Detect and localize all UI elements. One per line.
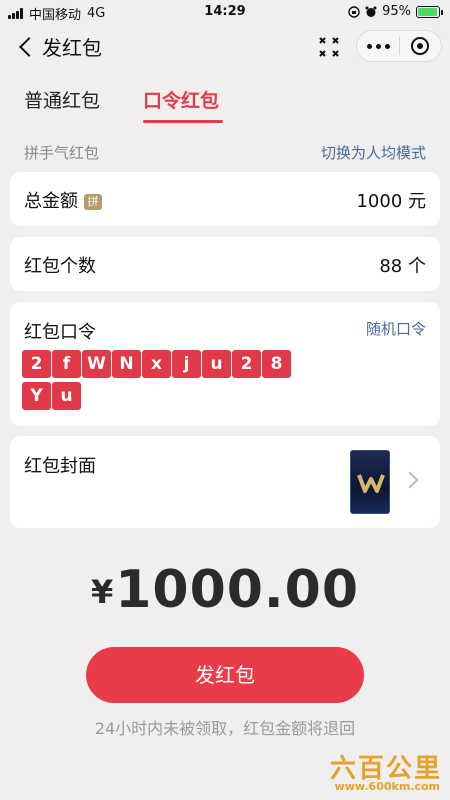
dot-icon	[375, 43, 381, 49]
mode-row: 拼手气红包 切换为人均模式	[0, 142, 450, 166]
status-right: 95%	[348, 4, 443, 19]
miniprogram-capsule	[356, 30, 442, 62]
password-char-chip: u	[202, 350, 231, 378]
watermark-url: www.600km.com	[334, 780, 440, 793]
dot-icon	[384, 43, 390, 49]
nav-bar: 发红包	[0, 24, 450, 70]
more-button[interactable]	[357, 31, 399, 61]
refund-notice: 24小时内未被领取，红包金额将退回	[94, 719, 356, 738]
password-chars: 2fWNxju28Yu	[22, 350, 362, 414]
switch-mode-link[interactable]: 切换为人均模式	[321, 142, 426, 163]
password-char-chip: 2	[22, 350, 51, 378]
amount-value: 1000.00	[115, 560, 360, 620]
password-char-chip: j	[172, 350, 201, 378]
password-char-chip: 2	[232, 350, 261, 378]
packet-count-value: 88 个	[379, 256, 426, 277]
status-bar: 中国移动 4G 14:29 95%	[0, 0, 450, 24]
cover-thumbnail	[350, 450, 390, 514]
back-button[interactable]: 发红包	[18, 32, 102, 61]
close-button[interactable]	[400, 31, 441, 61]
watermark: 六百公里 www.600km.com	[316, 748, 444, 798]
battery-percent: 95%	[382, 4, 411, 19]
chevron-right-icon	[401, 471, 419, 489]
active-tab-indicator	[143, 120, 223, 123]
cover-label: 红包封面	[24, 456, 96, 477]
packet-count-label: 红包个数	[24, 256, 96, 277]
random-password-link[interactable]: 随机口令	[366, 318, 426, 339]
dot-icon	[366, 43, 372, 49]
cover-logo-icon	[357, 474, 385, 493]
battery-icon	[416, 5, 443, 18]
page-title: 发红包	[42, 36, 102, 60]
cover-row[interactable]: 红包封面	[10, 436, 440, 528]
total-amount-text: 总金额	[24, 191, 78, 212]
password-char-chip: N	[112, 350, 141, 378]
currency-symbol: ¥	[90, 573, 114, 611]
target-icon	[411, 37, 430, 55]
password-field[interactable]: 红包口令 随机口令 2fWNxju28Yu	[10, 302, 440, 426]
random-badge: 拼	[84, 194, 102, 210]
tab-password-packet[interactable]: 口令红包	[143, 86, 219, 113]
password-char-chip: W	[82, 350, 111, 378]
send-packet-button[interactable]: 发红包	[86, 647, 364, 703]
battery-level	[418, 7, 437, 16]
mode-label: 拼手气红包	[24, 144, 100, 162]
scan-icon[interactable]	[316, 34, 342, 60]
password-char-chip: u	[52, 382, 81, 410]
password-char-chip: f	[52, 350, 81, 378]
chevron-left-icon	[19, 36, 39, 57]
password-char-chip: Y	[22, 382, 51, 410]
tab-normal-packet[interactable]: 普通红包	[24, 86, 100, 113]
total-amount-field[interactable]: 总金额拼 1000 元	[10, 172, 440, 226]
amount-display: ¥1000.00	[0, 560, 450, 620]
password-label: 红包口令	[24, 322, 96, 343]
packet-count-field[interactable]: 红包个数 88 个	[10, 237, 440, 291]
password-char-chip: 8	[262, 350, 291, 378]
password-char-chip: x	[142, 350, 171, 378]
tab-bar: 普通红包 口令红包	[0, 82, 450, 126]
orientation-lock-icon	[348, 5, 360, 18]
alarm-icon	[365, 6, 377, 17]
total-amount-label: 总金额拼	[24, 187, 102, 213]
total-amount-value: 1000 元	[356, 191, 426, 212]
